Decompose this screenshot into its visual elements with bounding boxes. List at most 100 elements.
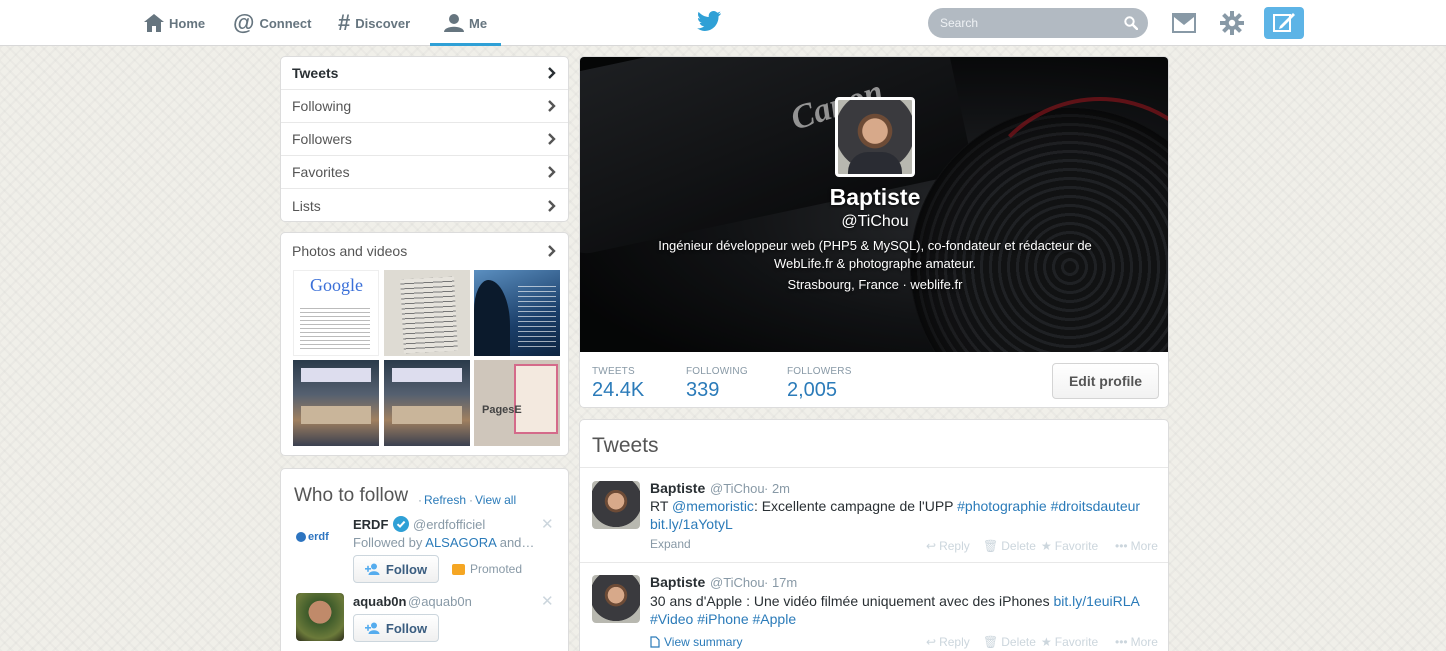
delete-action[interactable]: 🗑 Delete: [983, 635, 1036, 649]
nav-me[interactable]: Me: [429, 0, 502, 46]
delete-label: Delete: [1001, 635, 1036, 649]
tweet-avatar[interactable]: [592, 575, 640, 623]
tweet-author-handle[interactable]: @TiChou: [710, 481, 765, 496]
reply-label: Reply: [939, 635, 970, 649]
reply-icon: ↩: [926, 635, 937, 649]
follow-button[interactable]: Follow: [353, 555, 439, 583]
tweet-avatar[interactable]: [592, 481, 640, 529]
menu-item-favorites[interactable]: Favorites: [281, 156, 568, 189]
account-name[interactable]: ERDF: [353, 517, 388, 532]
hashtag-link[interactable]: #photographie: [957, 498, 1047, 514]
at-icon: @: [233, 10, 255, 35]
nav-me-label: Me: [469, 15, 488, 31]
note-paper-decoration: [400, 276, 458, 354]
nav-discover-label: Discover: [355, 15, 411, 31]
account-avatar[interactable]: [296, 593, 344, 641]
tweet[interactable]: Baptiste @TiChou · 2m RT @memoristic: Ex…: [580, 467, 1168, 562]
compose-tweet-button[interactable]: [1264, 7, 1304, 39]
menu-item-following[interactable]: Following: [281, 90, 568, 123]
view-summary-link[interactable]: View summary: [650, 635, 742, 649]
delete-action[interactable]: 🗑 Delete: [983, 539, 1036, 553]
stat-following-value[interactable]: 339: [686, 379, 719, 402]
photos-videos-header[interactable]: Photos and videos: [281, 233, 568, 269]
menu-item-label: Tweets: [292, 65, 339, 81]
favorite-action[interactable]: ★ Favorite: [1041, 539, 1098, 553]
stat-tweets-value[interactable]: 24.4K: [592, 379, 644, 402]
profile-website-link[interactable]: weblife.fr: [910, 277, 962, 292]
nav-connect-label: Connect: [259, 15, 312, 31]
photo-thumbnail[interactable]: [384, 270, 470, 356]
more-action[interactable]: ••• More: [1115, 539, 1158, 553]
profile-avatar[interactable]: [835, 97, 915, 177]
menu-item-tweets[interactable]: Tweets: [281, 57, 568, 90]
mail-icon[interactable]: [1172, 13, 1196, 33]
nav-discover[interactable]: # Discover: [338, 0, 410, 46]
menu-item-lists[interactable]: Lists: [281, 189, 568, 222]
followed-by-user-link[interactable]: ALSAGORA: [425, 535, 496, 550]
nav-connect[interactable]: @ Connect: [233, 0, 311, 46]
stat-followers-value[interactable]: 2,005: [787, 379, 837, 402]
stat-followers-label[interactable]: FOLLOWERS: [787, 366, 852, 377]
twitter-bird-icon[interactable]: [697, 11, 721, 31]
leaflet-text: PagesE: [482, 404, 522, 416]
follow-button[interactable]: Follow: [353, 614, 439, 642]
star-icon: ★: [1041, 539, 1052, 553]
gear-icon[interactable]: [1220, 11, 1244, 35]
photo-thumbnail[interactable]: [293, 360, 379, 446]
erdf-logo-mark: [296, 532, 306, 542]
add-person-icon: [364, 563, 380, 575]
nav-home[interactable]: Home: [144, 0, 205, 46]
dismiss-icon[interactable]: ✕: [541, 592, 554, 610]
reply-action[interactable]: ↩ Reply: [926, 539, 970, 553]
mention-link[interactable]: @memoristic: [672, 498, 754, 514]
tweet-text-line: bit.ly/1aYotyL: [650, 515, 1155, 533]
photos-videos-card: Photos and videos Google PagesE: [280, 232, 569, 456]
tweet-author-name[interactable]: Baptiste: [650, 480, 705, 496]
promoted-text: Promoted: [470, 562, 523, 576]
reply-icon: ↩: [926, 539, 937, 553]
google-logo: Google: [310, 275, 363, 295]
tweet-timestamp[interactable]: · 2m: [764, 481, 790, 496]
stat-tweets-label[interactable]: TWEETS: [592, 366, 635, 377]
menu-item-label: Following: [292, 98, 352, 114]
hashtag-link[interactable]: #Apple: [753, 611, 797, 627]
photo-thumbnail[interactable]: Google: [293, 270, 379, 356]
more-action[interactable]: ••• More: [1115, 635, 1158, 649]
photo-thumbnail[interactable]: [474, 270, 560, 356]
account-name[interactable]: aquab0n: [353, 594, 406, 609]
home-icon: [144, 14, 164, 32]
tweet-author-handle[interactable]: @TiChou: [710, 575, 765, 590]
separator: ·: [418, 493, 422, 507]
delete-label: Delete: [1001, 539, 1036, 553]
expand-link[interactable]: Expand: [650, 537, 691, 551]
search-input[interactable]: [928, 8, 1148, 38]
hashtag-link[interactable]: #droitsdauteur: [1051, 498, 1141, 514]
tweet-timestamp[interactable]: · 17m: [764, 575, 797, 590]
url-link[interactable]: bit.ly/1aYotyL: [650, 516, 733, 532]
menu-item-followers[interactable]: Followers: [281, 123, 568, 156]
url-link[interactable]: bit.ly/1euiRLA: [1053, 593, 1139, 609]
promoted-label: Promoted: [452, 562, 522, 576]
favorite-action[interactable]: ★ Favorite: [1041, 635, 1098, 649]
profile-location: Strasbourg, France: [787, 277, 899, 292]
account-handle: @aquab0n: [408, 594, 472, 609]
erdf-logo[interactable]: erdf: [296, 525, 344, 549]
edit-profile-button[interactable]: Edit profile: [1052, 363, 1159, 399]
stat-following-label[interactable]: FOLLOWING: [686, 366, 748, 377]
reply-action[interactable]: ↩ Reply: [926, 635, 970, 649]
tweet-text-part: 30 ans d'Apple : Une vidéo filmée unique…: [650, 593, 1054, 609]
dismiss-icon[interactable]: ✕: [541, 515, 554, 533]
tweet[interactable]: Baptiste @TiChou · 17m 30 ans d'Apple : …: [580, 562, 1168, 651]
hashtag-link[interactable]: #iPhone: [697, 611, 748, 627]
more-icon: •••: [1115, 635, 1128, 649]
tweet-author-name[interactable]: Baptiste: [650, 574, 705, 590]
view-all-link[interactable]: View all: [475, 493, 516, 507]
promoted-icon: [452, 563, 465, 575]
photo-thumbnail[interactable]: PagesE: [474, 360, 560, 446]
tweet-text: 30 ans d'Apple : Une vidéo filmée unique…: [650, 592, 1155, 628]
photo-thumbnail[interactable]: [384, 360, 470, 446]
search-icon[interactable]: [1124, 16, 1138, 30]
star-icon: ★: [1041, 635, 1052, 649]
refresh-link[interactable]: Refresh: [424, 493, 466, 507]
hashtag-link[interactable]: #Video: [650, 611, 693, 627]
